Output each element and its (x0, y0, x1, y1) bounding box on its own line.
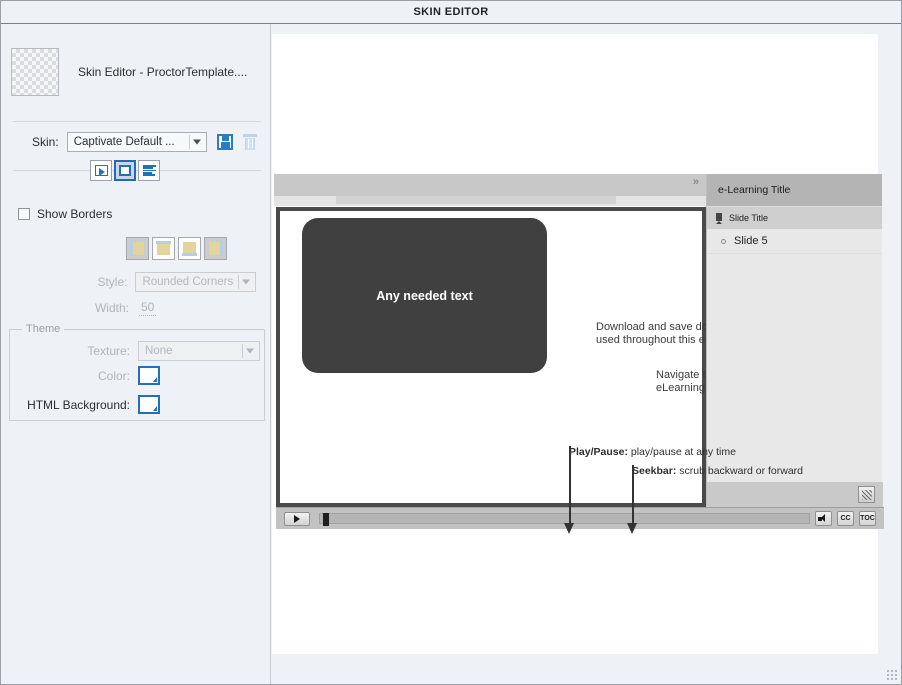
border-bottom-button[interactable] (178, 237, 201, 260)
toc-subtitle-row: Slide Title (707, 206, 882, 229)
trash-icon[interactable] (242, 134, 257, 150)
skin-label: Skin: (32, 135, 59, 149)
width-input[interactable]: 50 (139, 300, 157, 316)
toc-subtitle: Slide Title (729, 213, 769, 223)
color-swatch-button[interactable] (138, 366, 160, 385)
skin-dropdown[interactable]: Captivate Default ... (66, 132, 207, 152)
color-row: Color: (10, 366, 260, 385)
tab-table-of-contents[interactable] (138, 160, 160, 181)
annotation-play-pause-text: play/pause at any time (627, 446, 736, 458)
theme-group: Theme Texture: None Color: HTML Backgrou… (9, 323, 265, 421)
toc-button[interactable]: TOC (859, 511, 876, 526)
toc-item-label: Slide 5 (734, 235, 768, 247)
module-scrollbar[interactable] (336, 196, 616, 204)
style-dropdown-value: Rounded Corners (142, 276, 234, 288)
annotation-seekbar-text: scrub backward or forward (676, 465, 803, 477)
placeholder-box: Any needed text (302, 218, 547, 373)
border-right-button[interactable] (204, 237, 227, 260)
play-icon[interactable] (284, 511, 310, 526)
html-background-label: HTML Background: (27, 397, 130, 412)
border-side-buttons (126, 237, 227, 260)
annotation-arrow-play-pause (564, 446, 575, 534)
skin-dropdown-value: Captivate Default ... (73, 136, 175, 148)
tab-playback-control[interactable] (90, 160, 112, 181)
chevron-down-icon (192, 139, 201, 145)
slide-stage: Any needed text Download and save docume… (276, 207, 758, 507)
panel-header-title: Skin Editor - ProctorTemplate.... (78, 65, 248, 79)
chevron-double-right-icon[interactable]: » (693, 176, 699, 188)
width-row: Width: 50 (1, 300, 256, 316)
html-background-row: HTML Background: (10, 395, 260, 414)
preview-area: » Any needed text Download and save docu… (272, 24, 901, 684)
border-right-icon (209, 241, 223, 256)
list-lines-icon (142, 165, 156, 176)
skin-tabs (90, 160, 160, 181)
seekbar-handle[interactable] (323, 513, 329, 526)
trash-body (244, 138, 255, 150)
window-title-bar: SKIN EDITOR (1, 1, 901, 24)
border-bottom-icon (182, 242, 197, 256)
circle-dot-icon (721, 238, 726, 244)
preview-canvas: » Any needed text Download and save docu… (272, 34, 884, 654)
color-label: Color: (97, 368, 130, 383)
toc-item-slide-5[interactable]: Slide 5 (707, 229, 882, 254)
trash-lid (242, 134, 257, 137)
show-borders-row[interactable]: Show Borders (18, 207, 112, 221)
texture-dropdown-value: None (145, 345, 173, 357)
show-borders-label: Show Borders (37, 207, 113, 221)
annotation-seekbar-title: Seekbar: (632, 465, 677, 477)
border-top-icon (156, 241, 171, 255)
style-dropdown-divider (238, 275, 239, 289)
window-title: SKIN EDITOR (413, 6, 489, 18)
skin-dropdown-divider (188, 135, 190, 149)
skin-selection-row: Skin: Captivate Default ... (1, 130, 271, 154)
annotation-play-pause-title: Play/Pause: (569, 446, 628, 458)
style-dropdown[interactable]: Rounded Corners (135, 272, 256, 292)
border-top-button[interactable] (152, 237, 175, 260)
toc-footer (707, 482, 883, 507)
skin-editor-window: SKIN EDITOR Skin Editor - ProctorTemplat… (0, 0, 902, 685)
skin-thumbnail-icon (11, 48, 59, 96)
border-left-button[interactable] (126, 237, 149, 260)
chevron-down-icon (246, 348, 254, 354)
tab-borders[interactable] (114, 160, 136, 181)
width-label: Width: (94, 301, 129, 315)
module-preview: » Any needed text Download and save docu… (274, 174, 884, 539)
chevron-down-icon (242, 279, 250, 285)
texture-dropdown[interactable]: None (138, 341, 260, 361)
texture-row: Texture: None (10, 341, 260, 361)
texture-dropdown-divider (242, 344, 243, 358)
cc-button[interactable]: CC (837, 511, 854, 526)
playbar: CC TOC (276, 507, 884, 529)
show-borders-checkbox[interactable] (18, 208, 30, 220)
bookmark-icon (716, 212, 722, 224)
window-resize-grip[interactable] (886, 669, 898, 681)
annotation-play-pause: Play/Pause: play/pause at any time (569, 446, 749, 458)
theme-group-label: Theme (22, 323, 65, 335)
annotation-seekbar: Seekbar: scrub backward or forward (632, 465, 822, 477)
divider-top (13, 121, 261, 122)
html-background-swatch-button[interactable] (138, 395, 160, 414)
save-icon[interactable] (216, 134, 233, 150)
border-left-icon (130, 241, 144, 256)
resize-grip-icon[interactable] (858, 486, 875, 503)
play-button-icon (94, 165, 108, 176)
square-border-icon (119, 165, 131, 176)
texture-label: Texture: (87, 344, 130, 358)
speaker-icon[interactable] (815, 511, 832, 526)
toc-title: e-Learning Title (707, 174, 882, 206)
annotation-arrow-seekbar (627, 465, 638, 534)
placeholder-text: Any needed text (376, 288, 473, 303)
style-row: Style: Rounded Corners (1, 272, 256, 292)
style-label: Style: (97, 275, 128, 289)
left-settings-panel: Skin Editor - ProctorTemplate.... Skin: … (1, 24, 271, 684)
panel-header: Skin Editor - ProctorTemplate.... (1, 34, 271, 110)
